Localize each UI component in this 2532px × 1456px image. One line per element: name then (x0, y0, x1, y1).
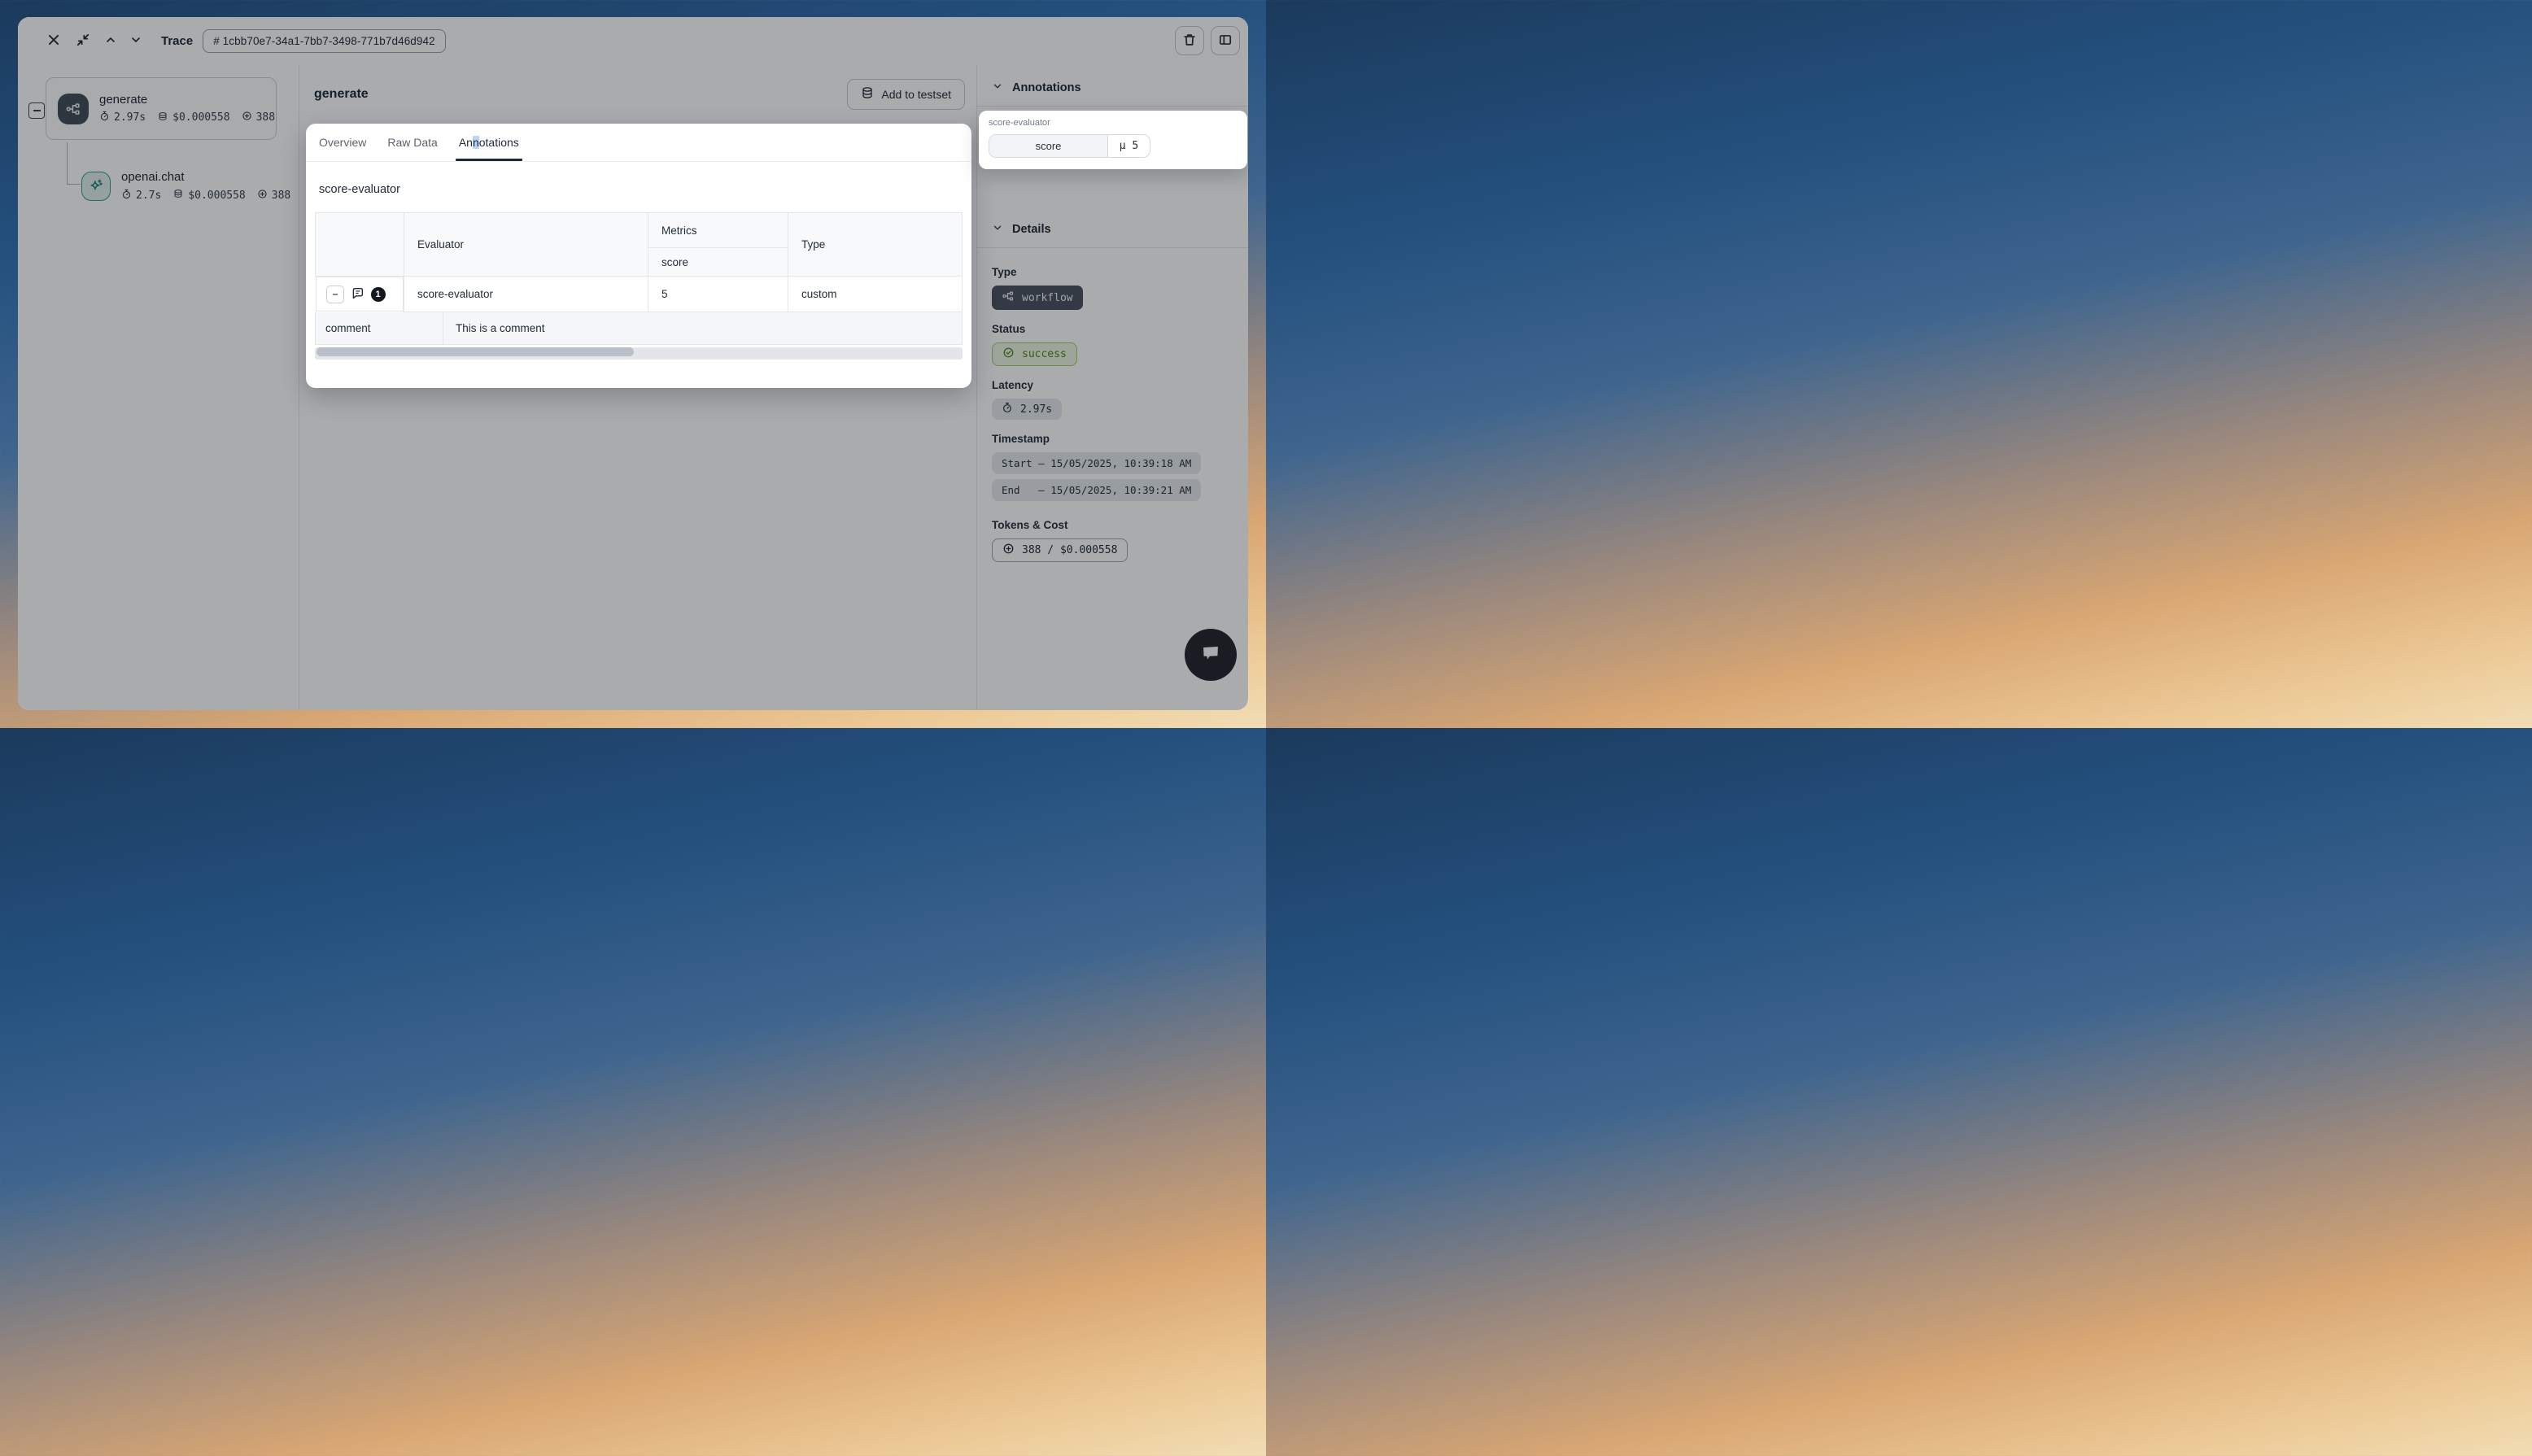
trace-modal: Trace # 1cbb70e7-34a1-7bb7-3498-771b7d46… (18, 17, 1248, 710)
annotations-tab-card: Overview Raw Data Annotations score-eval… (306, 124, 971, 388)
comment-count-badge: 1 (371, 287, 386, 302)
score-evaluator-annotation-card: score-evaluator score μ 5 (979, 111, 1247, 169)
collapse-row-button[interactable] (326, 286, 344, 303)
table-header-evaluator: Evaluator (404, 213, 648, 277)
cell-type: custom (788, 277, 963, 312)
score-mean-value: μ 5 (1108, 135, 1150, 157)
cell-evaluator: score-evaluator (404, 277, 648, 312)
tab-raw-data[interactable]: Raw Data (387, 124, 437, 161)
tab-bar: Overview Raw Data Annotations (306, 124, 971, 162)
scrollbar-thumb[interactable] (316, 347, 634, 356)
score-metric-name[interactable]: score (989, 135, 1108, 157)
annotation-evaluator-label: score-evaluator (989, 118, 1238, 128)
tab-annotations[interactable]: Annotations (459, 124, 519, 161)
comment-key: comment (316, 312, 443, 344)
table-header-metrics: Metrics (648, 213, 788, 248)
comment-icon (351, 286, 365, 303)
tab-overview[interactable]: Overview (319, 124, 366, 161)
horizontal-scrollbar[interactable] (315, 347, 963, 360)
table-row[interactable]: 1 score-evaluator 5 custom (316, 277, 963, 312)
table-header-type: Type (788, 213, 963, 277)
highlighted-letter: n (473, 136, 479, 149)
comment-value: This is a comment (443, 312, 962, 344)
evaluator-section-title: score-evaluator (319, 183, 958, 196)
score-metric-control[interactable]: score μ 5 (989, 134, 1150, 158)
table-header-empty (316, 213, 404, 277)
comment-row: comment This is a comment (315, 312, 963, 345)
table-subheader-score: score (648, 248, 788, 277)
evaluator-table: Evaluator Metrics Type score (315, 212, 963, 312)
cell-score: 5 (648, 277, 788, 312)
